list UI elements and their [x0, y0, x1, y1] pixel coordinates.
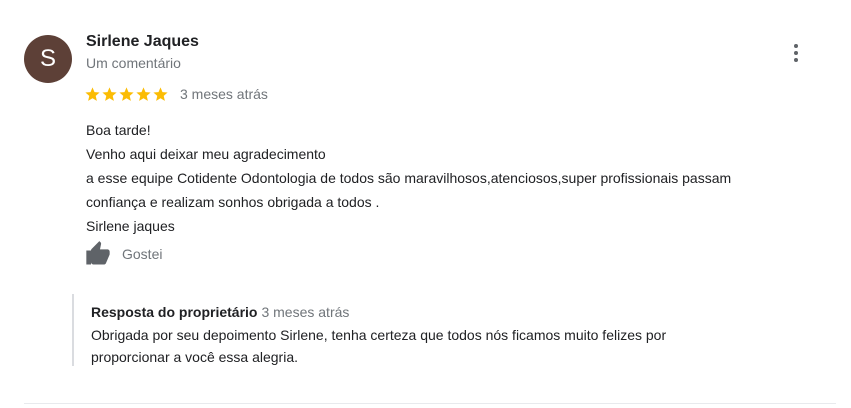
review-line: a esse equipe Cotidente Odontologia de t… [86, 170, 732, 186]
star-icon [118, 86, 135, 103]
star-icon [84, 86, 101, 103]
avatar-letter: S [39, 45, 56, 72]
review-line: Boa tarde! [86, 122, 151, 138]
review-line: confiança e realizam sonhos obrigada a t… [86, 194, 380, 210]
reply-line: proporcionar a você essa alegria. [91, 349, 299, 365]
star-rating [84, 86, 169, 103]
reviewer-name[interactable]: Sirlene Jaques [86, 33, 199, 51]
star-icon [152, 86, 169, 103]
review-text: Boa tarde! Venho aqui deixar meu agradec… [86, 118, 846, 238]
like-label: Gostei [122, 246, 163, 262]
reply-date: 3 meses atrás [261, 304, 350, 320]
review-line: Venho aqui deixar meu agradecimento [86, 146, 326, 162]
like-button[interactable]: Gostei [84, 240, 162, 268]
avatar[interactable]: S [24, 35, 72, 83]
more-vert-icon[interactable] [782, 38, 810, 68]
owner-reply: Resposta do proprietário 3 meses atrás Ob… [72, 294, 832, 366]
star-icon [101, 86, 118, 103]
review-date: 3 meses atrás [180, 86, 268, 102]
reply-title: Resposta do proprietário [91, 304, 258, 320]
reviewer-meta: Um comentário [86, 55, 181, 71]
star-icon [135, 86, 152, 103]
divider [24, 403, 836, 404]
review-line: Sirlene jaques [86, 218, 175, 234]
reply-line: Obrigada por seu depoimento Sirlene, ten… [91, 327, 667, 343]
thumb-up-icon [84, 240, 112, 268]
rating-row: 3 meses atrás [84, 84, 268, 104]
